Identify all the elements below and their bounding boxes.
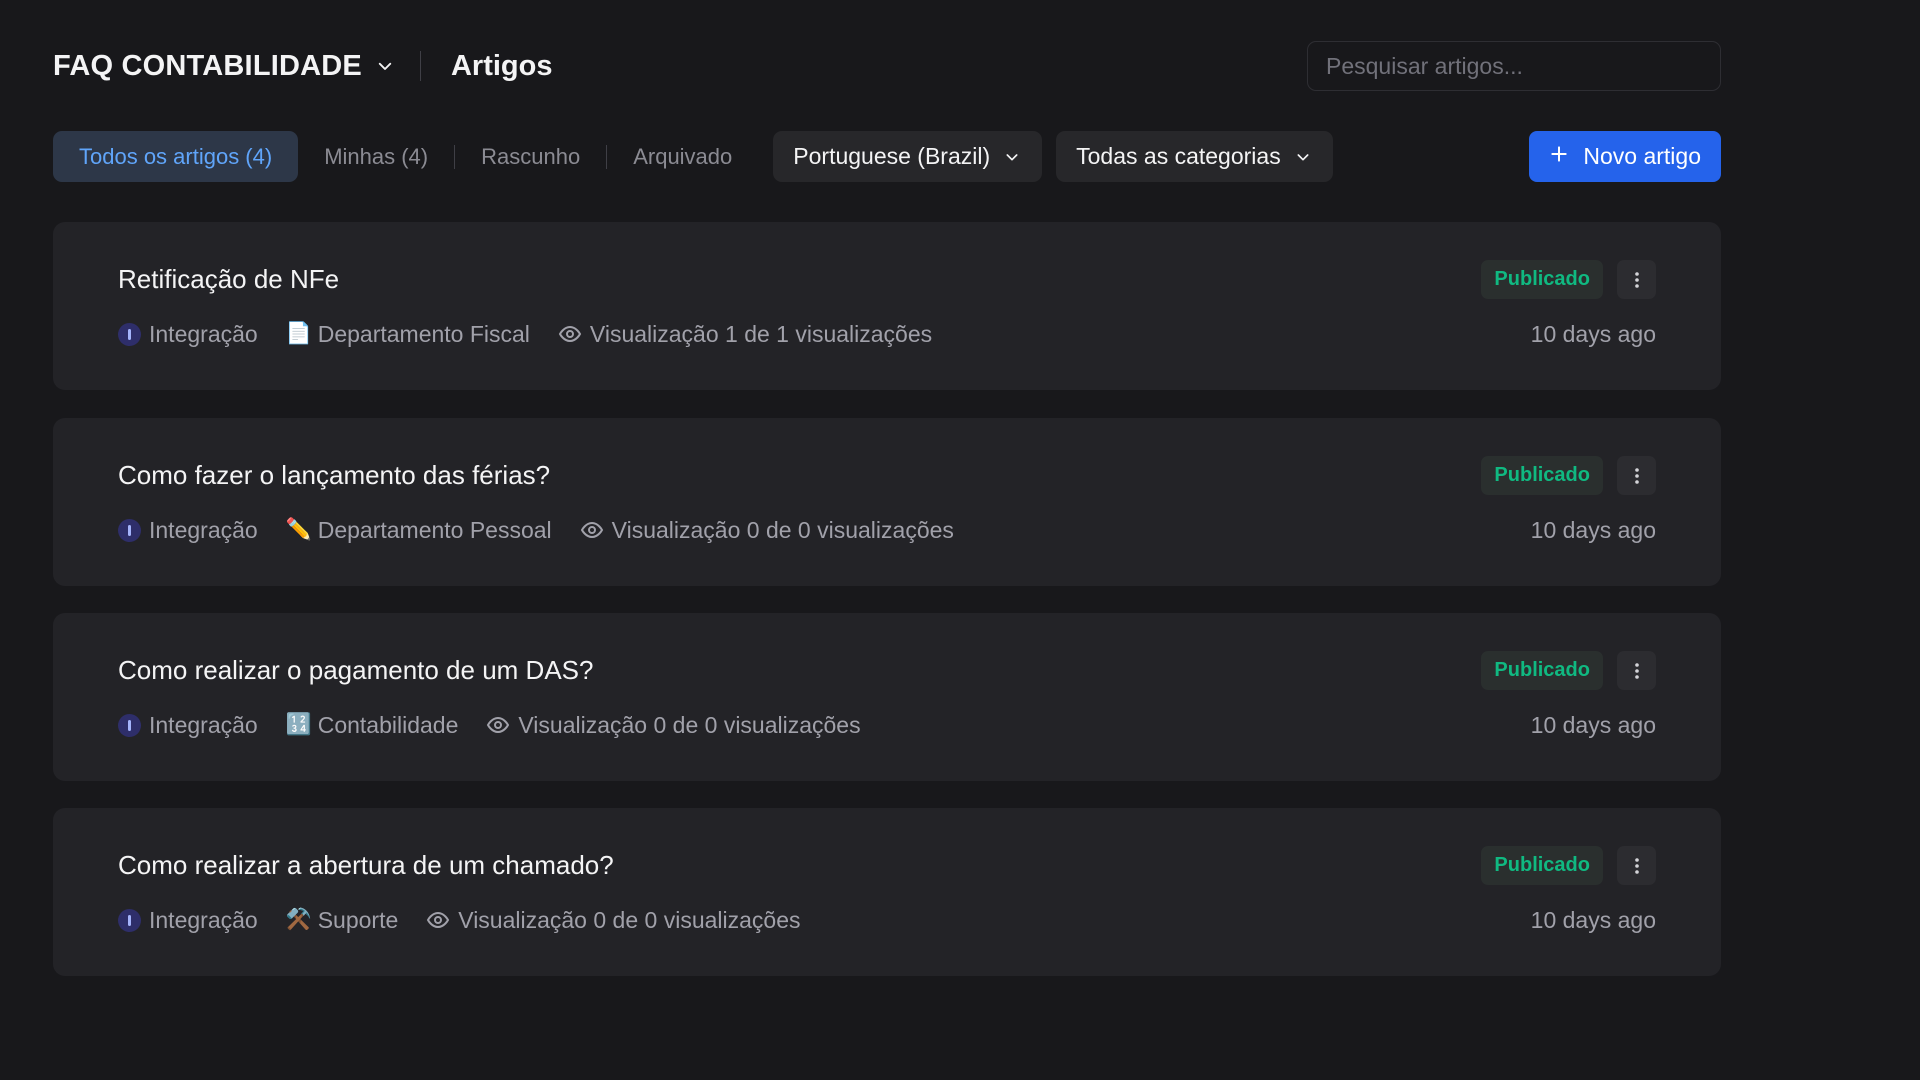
status-badge: Publicado	[1481, 846, 1603, 885]
category-dropdown-value: Todas as categorias	[1076, 143, 1281, 169]
author-avatar-icon	[118, 908, 141, 932]
chevron-down-icon	[376, 57, 394, 75]
category-name: Departamento Pessoal	[317, 516, 552, 543]
articles-page: FAQ CONTABILIDADE Artigos Todos os artig…	[0, 0, 1920, 1080]
status-badge: Publicado	[1481, 260, 1603, 299]
article-card[interactable]: Retificação de NFe Integração 📄 Departam…	[53, 222, 1721, 390]
views-text: Visualização 0 de 0 visualizações	[458, 906, 801, 933]
eye-icon	[426, 908, 450, 932]
chevron-down-icon	[1295, 149, 1311, 165]
updated-time: 10 days ago	[1530, 516, 1656, 543]
portal-switcher[interactable]: FAQ CONTABILIDADE	[53, 50, 394, 83]
new-article-label: Novo artigo	[1583, 143, 1701, 169]
more-options-button[interactable]	[1617, 846, 1656, 885]
article-author: Integração	[118, 712, 258, 739]
article-views: Visualização 0 de 0 visualizações	[580, 517, 954, 544]
document-icon: 📄	[285, 322, 312, 345]
author-name: Integração	[149, 711, 258, 738]
category-dropdown[interactable]: Todas as categorias	[1056, 131, 1333, 182]
author-name: Integração	[149, 516, 258, 543]
language-dropdown-value: Portuguese (Brazil)	[793, 143, 991, 169]
article-title[interactable]: Como realizar a abertura de um chamado?	[118, 850, 614, 881]
header-divider	[419, 51, 421, 81]
hammer-and-pick-icon: ⚒️	[285, 908, 312, 931]
author-name: Integração	[149, 906, 258, 933]
tab-archived[interactable]: Arquivado	[607, 131, 758, 182]
article-title[interactable]: Como fazer o lançamento das férias?	[118, 460, 550, 491]
tab-all-articles[interactable]: Todos os artigos (4)	[53, 131, 299, 182]
eye-icon	[486, 713, 510, 737]
article-card[interactable]: Como realizar o pagamento de um DAS? Int…	[53, 613, 1721, 781]
kebab-menu-icon	[1634, 662, 1639, 679]
category-name: Departamento Fiscal	[317, 320, 530, 347]
article-author: Integração	[118, 907, 258, 934]
article-category: 📄 Departamento Fiscal	[286, 321, 530, 348]
article-meta: Integração 📄 Departamento Fiscal Visuali…	[118, 319, 960, 349]
views-text: Visualização 0 de 0 visualizações	[518, 711, 861, 738]
author-name: Integração	[149, 320, 258, 347]
plus-icon	[1549, 143, 1569, 170]
tab-draft[interactable]: Rascunho	[455, 131, 606, 182]
article-author: Integração	[118, 517, 258, 544]
article-category: ✏️ Departamento Pessoal	[286, 517, 552, 544]
author-avatar-icon	[118, 322, 141, 346]
article-meta: Integração ✏️ Departamento Pessoal Visua…	[118, 515, 982, 545]
category-name: Contabilidade	[317, 711, 459, 738]
author-avatar-icon	[118, 713, 141, 737]
tab-mine[interactable]: Minhas (4)	[298, 131, 454, 182]
numbers-icon: 🔢	[285, 713, 312, 736]
views-text: Visualização 1 de 1 visualizações	[589, 320, 933, 347]
chevron-down-icon	[1004, 149, 1020, 165]
kebab-menu-icon	[1634, 271, 1639, 288]
article-views: Visualização 1 de 1 visualizações	[558, 321, 932, 348]
new-article-button[interactable]: Novo artigo	[1529, 131, 1721, 182]
filter-toolbar: Todos os artigos (4) Minhas (4) Rascunho…	[53, 131, 1721, 182]
article-title[interactable]: Como realizar o pagamento de um DAS?	[118, 655, 593, 686]
article-title[interactable]: Retificação de NFe	[118, 264, 339, 295]
article-card[interactable]: Como realizar a abertura de um chamado? …	[53, 808, 1721, 976]
kebab-menu-icon	[1634, 467, 1639, 484]
pencil-icon: ✏️	[285, 518, 312, 541]
article-category: 🔢 Contabilidade	[286, 712, 459, 739]
article-category: ⚒️ Suporte	[286, 907, 399, 934]
article-views: Visualização 0 de 0 visualizações	[486, 711, 861, 739]
kebab-menu-icon	[1634, 857, 1639, 874]
language-dropdown[interactable]: Portuguese (Brazil)	[773, 131, 1043, 182]
article-views: Visualização 0 de 0 visualizações	[426, 906, 801, 934]
views-text: Visualização 0 de 0 visualizações	[611, 516, 954, 543]
search-input[interactable]	[1307, 41, 1721, 91]
article-meta: Integração 🔢 Contabilidade Visualização …	[118, 710, 889, 740]
more-options-button[interactable]	[1617, 456, 1656, 495]
status-badge: Publicado	[1481, 651, 1603, 690]
eye-icon	[558, 322, 582, 346]
article-meta: Integração ⚒️ Suporte Visualização 0 de …	[118, 905, 829, 935]
category-name: Suporte	[317, 906, 399, 933]
portal-name: FAQ CONTABILIDADE	[53, 49, 362, 82]
author-avatar-icon	[118, 518, 141, 542]
status-badge: Publicado	[1481, 456, 1603, 495]
updated-time: 10 days ago	[1530, 906, 1656, 933]
article-author: Integração	[118, 321, 258, 348]
page-title: Artigos	[450, 49, 553, 82]
more-options-button[interactable]	[1617, 260, 1656, 299]
eye-icon	[580, 518, 604, 542]
article-card[interactable]: Como fazer o lançamento das férias? Inte…	[53, 418, 1721, 586]
more-options-button[interactable]	[1617, 651, 1656, 690]
page-header: FAQ CONTABILIDADE Artigos	[53, 40, 1721, 92]
updated-time: 10 days ago	[1530, 711, 1656, 738]
updated-time: 10 days ago	[1530, 320, 1656, 347]
